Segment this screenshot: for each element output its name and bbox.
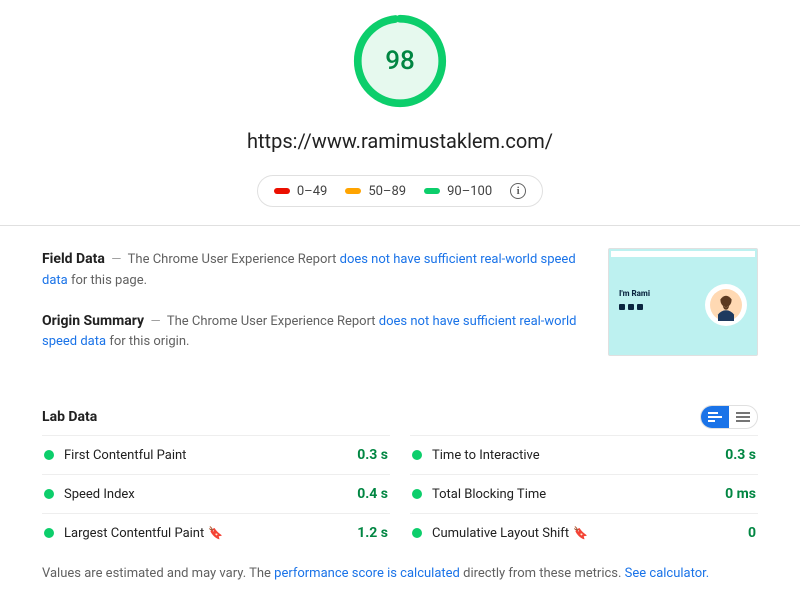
score-gauge: 98 <box>352 13 448 109</box>
status-dot-icon <box>412 489 422 499</box>
status-dot-icon <box>44 450 54 460</box>
metric-value: 0 <box>748 525 756 541</box>
view-toggle-expanded[interactable] <box>701 406 729 428</box>
score-legend: 0–49 50–89 90–100 i <box>257 175 543 207</box>
metric-row: Time to Interactive 0.3 s <box>410 435 758 474</box>
legend-good: 90–100 <box>424 184 492 199</box>
metric-value: 0.3 s <box>725 447 756 463</box>
legend-needs-improvement: 50–89 <box>345 184 406 199</box>
page-thumbnail: I'm Rami <box>608 248 758 356</box>
metric-name: Time to Interactive <box>432 448 715 463</box>
score-header: 98 https://www.ramimustaklem.com/ 0–49 5… <box>0 0 800 226</box>
metric-row: Cumulative Layout Shift🔖 0 <box>410 513 758 552</box>
metric-row: Largest Contentful Paint🔖 1.2 s <box>42 513 390 552</box>
view-toggle[interactable] <box>700 405 758 429</box>
avatar-icon <box>705 284 747 326</box>
lab-data-label: Lab Data <box>42 409 97 425</box>
metric-name: Cumulative Layout Shift🔖 <box>432 526 738 541</box>
origin-summary-section: Origin Summary — The Chrome User Experie… <box>42 310 588 354</box>
status-dot-icon <box>412 528 422 538</box>
field-data-section: Field Data — The Chrome User Experience … <box>42 248 588 292</box>
status-dot-icon <box>44 489 54 499</box>
metric-row: Speed Index 0.4 s <box>42 474 390 513</box>
status-dot-icon <box>412 450 422 460</box>
bookmark-icon: 🔖 <box>573 526 588 540</box>
metric-value: 0 ms <box>725 486 756 502</box>
origin-summary-label: Origin Summary <box>42 313 144 329</box>
legend-poor: 0–49 <box>274 184 327 199</box>
metric-value: 0.4 s <box>357 486 388 502</box>
metrics-col-left: First Contentful Paint 0.3 s Speed Index 0.… <box>42 435 390 552</box>
lab-footnote: Values are estimated and may vary. The p… <box>0 564 800 598</box>
view-toggle-compact[interactable] <box>729 406 757 428</box>
info-icon[interactable]: i <box>510 183 526 199</box>
metric-name: Largest Contentful Paint🔖 <box>64 526 347 541</box>
metric-name: First Contentful Paint <box>64 448 347 463</box>
metric-name: Total Blocking Time <box>432 487 715 502</box>
score-value: 98 <box>352 13 448 109</box>
metric-row: Total Blocking Time 0 ms <box>410 474 758 513</box>
see-calculator-link[interactable]: See calculator. <box>625 566 710 581</box>
metric-value: 0.3 s <box>357 447 388 463</box>
calc-link[interactable]: performance score is calculated <box>274 566 460 581</box>
bookmark-icon: 🔖 <box>208 526 223 540</box>
metrics-col-right: Time to Interactive 0.3 s Total Blocking T… <box>410 435 758 552</box>
status-dot-icon <box>44 528 54 538</box>
field-data-label: Field Data <box>42 251 105 267</box>
page-url: https://www.ramimustaklem.com/ <box>0 129 800 153</box>
metric-value: 1.2 s <box>357 525 388 541</box>
metric-row: First Contentful Paint 0.3 s <box>42 435 390 474</box>
metric-name: Speed Index <box>64 487 347 502</box>
